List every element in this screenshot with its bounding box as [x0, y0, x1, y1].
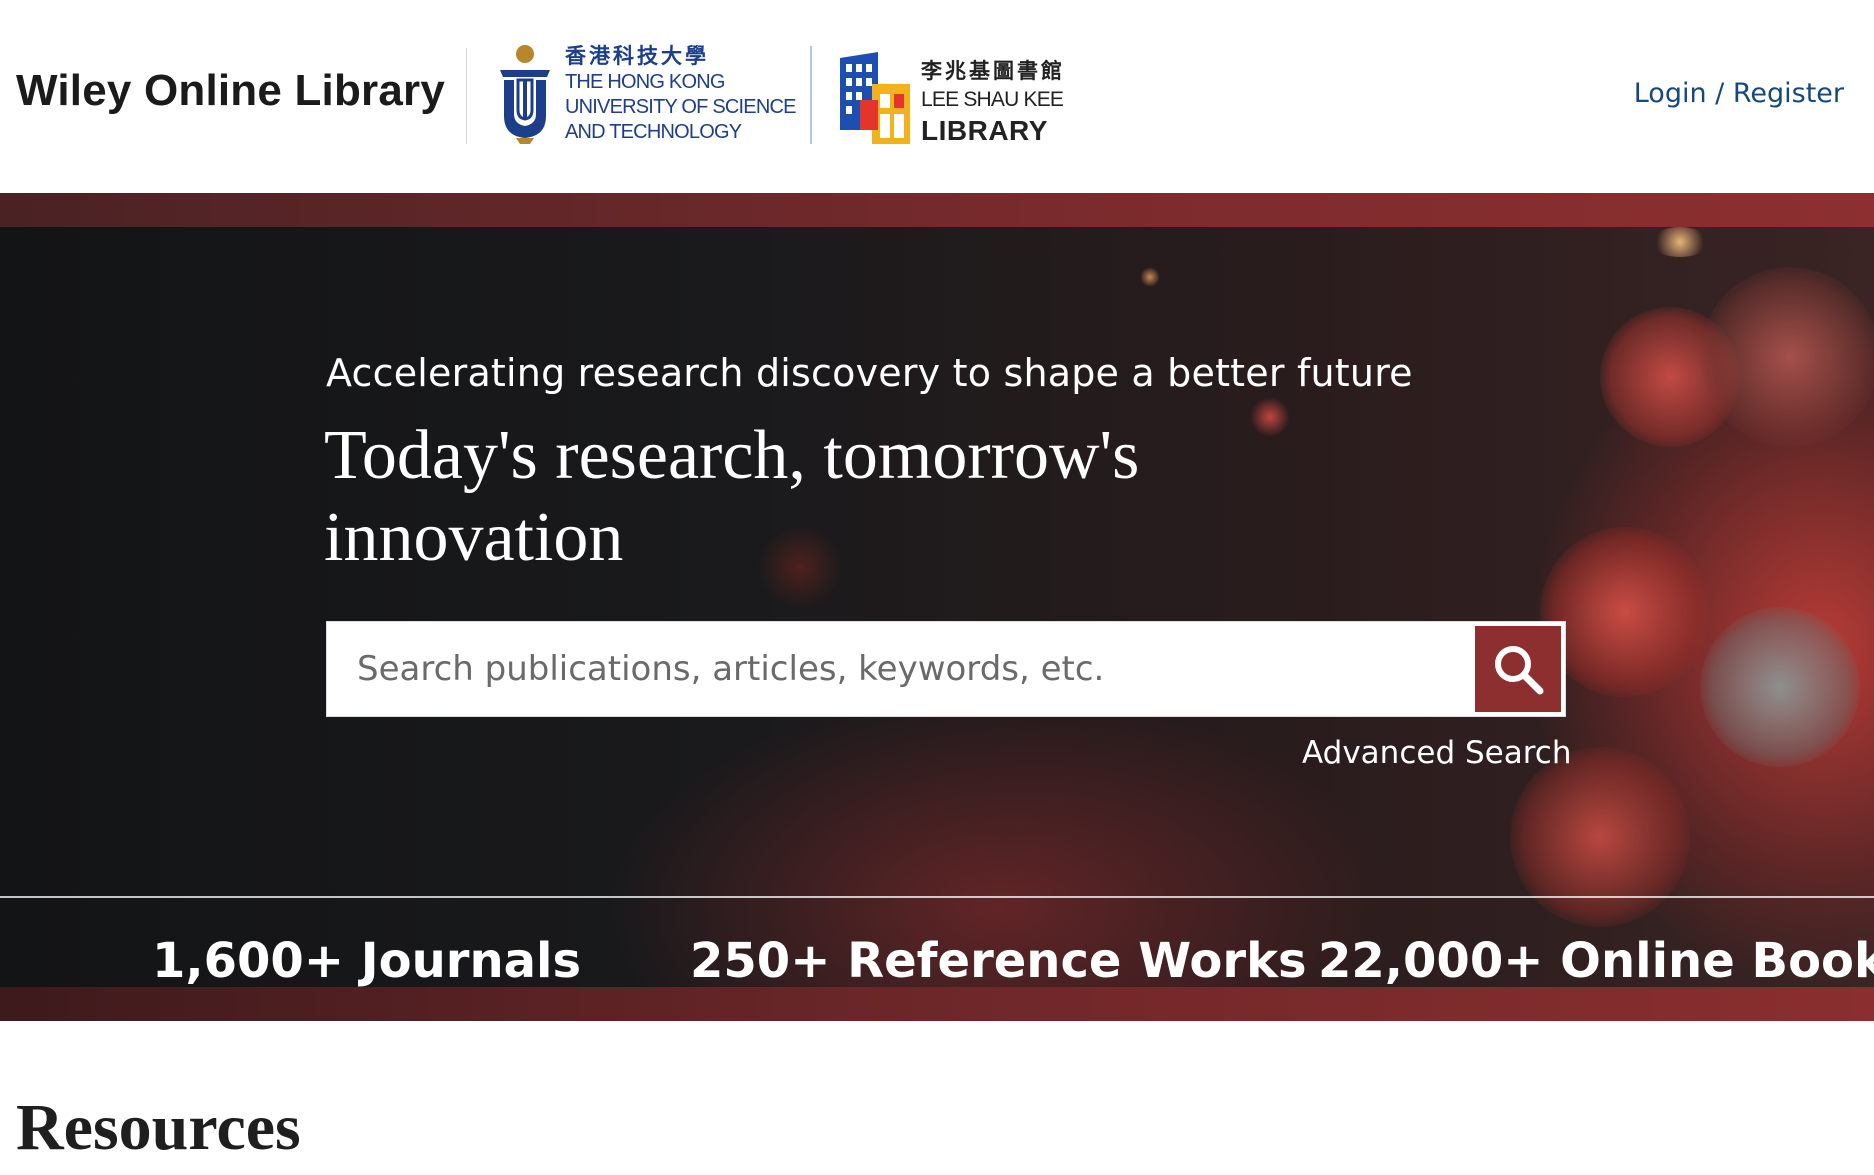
site-header: Wiley Online Library 香港科技大學 THE HONG KON… — [0, 0, 1874, 193]
hero-bottom-stripe — [0, 987, 1874, 1021]
stat-reference-works[interactable]: 250+ Reference Works — [690, 933, 1307, 989]
header-divider — [810, 46, 812, 144]
search-input[interactable] — [327, 622, 1473, 716]
search-button[interactable] — [1473, 624, 1563, 714]
stat-journals[interactable]: 1,600+ Journals — [152, 933, 581, 989]
library-name[interactable]: 李兆基圖書館 LEE SHAU KEE LIBRARY — [921, 58, 1081, 148]
hero-tagline: Accelerating research discovery to shape… — [326, 351, 1413, 395]
library-name-line2: LIBRARY — [921, 115, 1048, 146]
login-register-link[interactable]: Login / Register — [1634, 78, 1844, 109]
advanced-search-link[interactable]: Advanced Search — [1302, 735, 1571, 771]
wiley-online-library-logo[interactable]: Wiley Online Library — [16, 66, 445, 116]
hero-headline: Today's research, tomorrow's innovation — [324, 417, 1140, 576]
hkust-emblem-icon[interactable] — [494, 44, 556, 144]
hkust-name-line3: AND TECHNOLOGY — [565, 121, 742, 143]
hkust-name-chinese: 香港科技大學 — [565, 45, 709, 68]
hero-top-stripe — [0, 193, 1874, 227]
hkust-name[interactable]: 香港科技大學 THE HONG KONG UNIVERSITY OF SCIEN… — [565, 44, 805, 145]
library-building-icon[interactable] — [838, 50, 914, 146]
header-divider — [466, 48, 467, 144]
hkust-name-line2: UNIVERSITY OF SCIENCE — [565, 96, 796, 118]
search-icon — [1495, 646, 1544, 695]
library-name-chinese: 李兆基圖書館 — [921, 60, 1065, 83]
stat-online-books[interactable]: 22,000+ Online Books — [1318, 933, 1874, 989]
search-bar — [326, 621, 1566, 717]
stats-divider — [0, 896, 1874, 898]
hkust-name-line1: THE HONG KONG — [565, 71, 725, 93]
hero-banner: Accelerating research discovery to shape… — [0, 193, 1874, 1021]
library-name-line1: LEE SHAU KEE — [921, 88, 1064, 111]
resources-heading: Resources — [16, 1091, 301, 1164]
